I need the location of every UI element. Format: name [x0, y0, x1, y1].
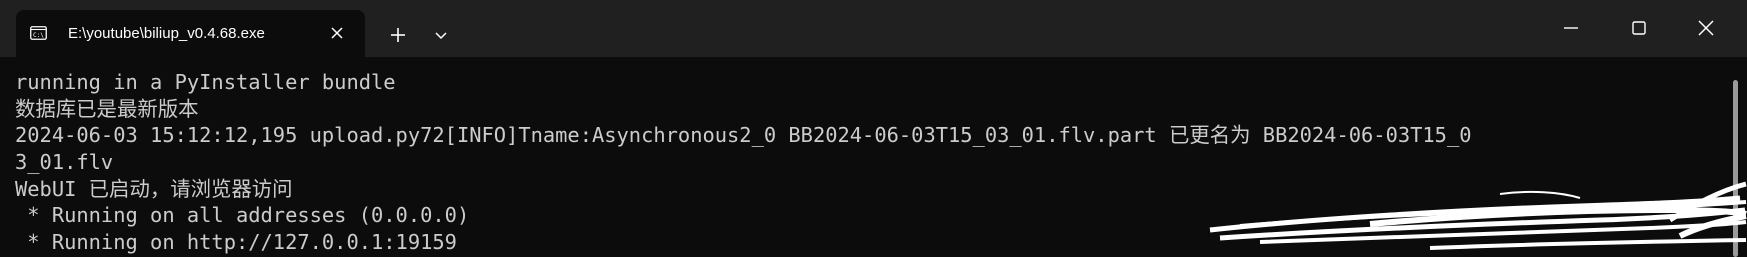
- console-line: running in a PyInstaller bundle: [15, 70, 396, 94]
- console-line: 数据库已是最新版本: [15, 97, 199, 121]
- svg-text:C:\: C:\: [33, 32, 44, 39]
- console-line: WebUI 已启动，请浏览器访问: [15, 177, 293, 201]
- console-line: 2024-06-03 15:12:12,195 upload.py72[INFO…: [15, 123, 1472, 147]
- close-button[interactable]: [1694, 16, 1718, 40]
- minimize-button[interactable]: [1559, 16, 1583, 40]
- tab-title: E:\youtube\biliup_v0.4.68.exe: [68, 25, 265, 42]
- console-line: * Running on all addresses (0.0.0.0): [15, 203, 470, 227]
- terminal-icon: C:\: [30, 26, 47, 40]
- tab-close-icon[interactable]: [326, 22, 348, 44]
- redaction-scribble: [1209, 181, 1747, 250]
- console-line: 3_01.flv: [15, 150, 114, 174]
- maximize-button[interactable]: [1627, 16, 1651, 40]
- tab-biliup[interactable]: C:\ E:\youtube\biliup_v0.4.68.exe: [16, 10, 365, 57]
- new-tab-button[interactable]: [385, 22, 411, 48]
- tab-dropdown-button[interactable]: [430, 24, 452, 46]
- console-line: * Running on http://127.0.0.1:19159: [15, 230, 457, 254]
- title-bar: C:\ E:\youtube\biliup_v0.4.68.exe: [0, 0, 1747, 57]
- terminal-window: C:\ E:\youtube\biliup_v0.4.68.exe runnin…: [0, 0, 1747, 257]
